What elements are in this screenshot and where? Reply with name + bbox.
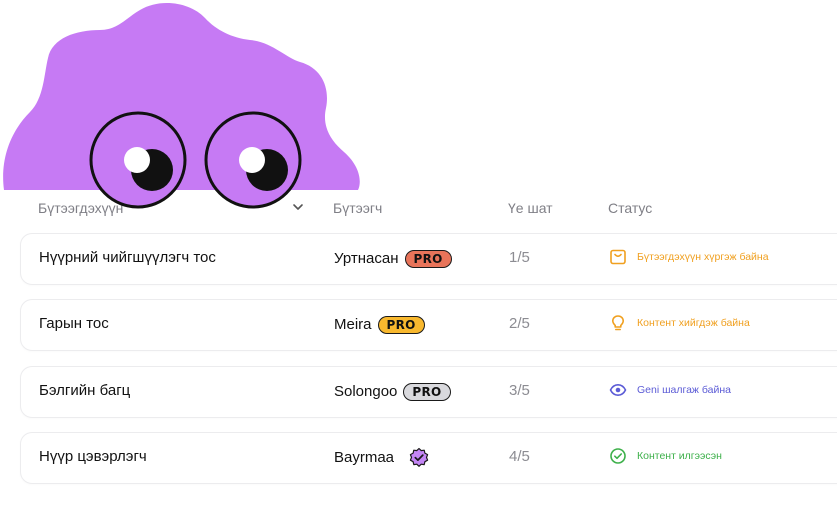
table-row[interactable]: Нүүрний чийгшүүлэгч тос Уртнасан PRO 1/5… <box>20 233 837 285</box>
chevron-down-icon[interactable] <box>292 201 304 213</box>
status-text: Контент илгээсэн <box>637 450 722 462</box>
maker-cell: Уртнасан PRO <box>334 249 452 269</box>
table-row[interactable]: Гарын тос Meira PRO 2/5 Контент хийгдэж … <box>20 299 837 351</box>
pro-badge: PRO <box>403 382 451 401</box>
status-text: Бүтээгдэхүүн хүргэж байна <box>637 251 769 263</box>
status-cell: Контент хийгдэж байна <box>609 314 750 332</box>
product-name: Нүүр цэвэрлэгч <box>39 448 147 465</box>
product-table: Бүтээгдэхүүн Бүтээгч Үе шат Статус Нүүрн… <box>20 0 837 506</box>
table-header: Бүтээгдэхүүн Бүтээгч Үе шат Статус <box>20 198 837 220</box>
maker-cell: Meira PRO <box>334 315 425 335</box>
status-cell: Geni шалгаж байна <box>609 381 731 399</box>
package-icon <box>610 249 626 265</box>
status-text: Geni шалгаж байна <box>637 384 731 396</box>
column-header-product[interactable]: Бүтээгдэхүүн <box>38 200 123 216</box>
eye-icon <box>609 384 627 396</box>
status-cell: Бүтээгдэхүүн хүргэж байна <box>609 248 769 266</box>
table-row[interactable]: Нүүр цэвэрлэгч Bayrmaa 4/5 Контент илгээ… <box>20 432 837 484</box>
column-header-status: Статус <box>608 200 653 216</box>
status-cell: Контент илгээсэн <box>609 447 722 465</box>
verified-badge-icon <box>409 447 429 467</box>
product-name: Бэлгийн багц <box>39 382 131 399</box>
pro-badge: PRO <box>404 249 452 268</box>
product-name: Нүүрний чийгшүүлэгч тос <box>39 249 216 266</box>
column-header-maker: Бүтээгч <box>333 200 383 216</box>
stage-value: 2/5 <box>509 315 530 332</box>
maker-name: Уртнасан <box>334 250 399 267</box>
pro-badge: PRO <box>377 315 425 334</box>
check-circle-icon <box>610 448 626 464</box>
product-name: Гарын тос <box>39 315 109 332</box>
maker-cell: Solongoo PRO <box>334 382 451 402</box>
lightbulb-icon <box>612 315 624 331</box>
table-row[interactable]: Бэлгийн багц Solongoo PRO 3/5 Geni шалга… <box>20 366 837 418</box>
maker-name: Meira <box>334 316 372 333</box>
maker-cell: Bayrmaa <box>334 447 430 468</box>
stage-value: 1/5 <box>509 249 530 266</box>
maker-name: Bayrmaa <box>334 449 395 466</box>
stage-value: 4/5 <box>509 448 530 465</box>
stage-value: 3/5 <box>509 382 530 399</box>
maker-name: Solongoo <box>334 383 398 400</box>
status-text: Контент хийгдэж байна <box>637 317 750 329</box>
column-header-stage: Үе шат <box>508 200 553 216</box>
